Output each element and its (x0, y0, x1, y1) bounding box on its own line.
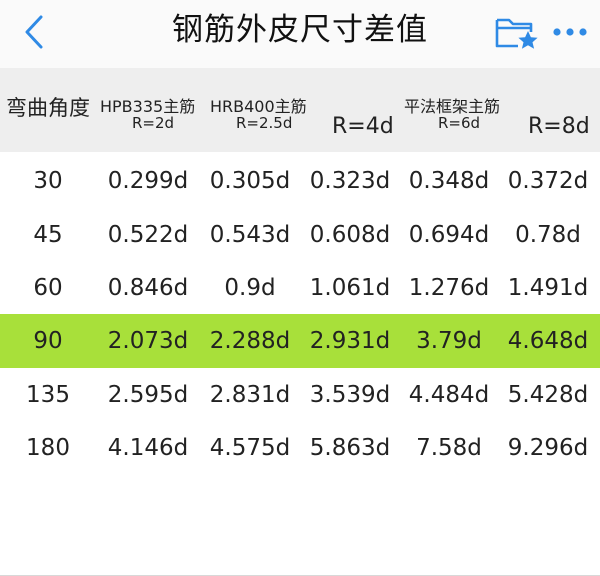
cell-value: 1.276d (408, 275, 490, 301)
header-r8: R=8d (528, 114, 590, 139)
more-dots-icon (553, 28, 587, 36)
cell-value: 0.522d (107, 222, 189, 248)
nav-bar: 钢筋外皮尺寸差值 (0, 0, 600, 68)
cell-value: 2.595d (107, 382, 189, 408)
header-hpb335-r: R=2d (132, 114, 175, 132)
cell-value: 2.073d (107, 328, 189, 354)
cell-value: 4.575d (209, 435, 291, 461)
cell-value: 0.846d (107, 275, 189, 301)
table-row-highlighted: 90 2.073d 2.288d 2.931d 3.79d 4.648d (0, 314, 600, 368)
cell-value: 0.305d (209, 168, 291, 194)
cell-value: 4.484d (408, 382, 490, 408)
cell-angle: 60 (33, 275, 63, 301)
cell-value: 3.79d (416, 328, 482, 354)
cell-value: 5.428d (507, 382, 589, 408)
cell-angle: 180 (26, 435, 70, 461)
table-row: 30 0.299d 0.305d 0.323d 0.348d 0.372d (0, 154, 600, 208)
cell-value: 0.78d (515, 222, 581, 248)
cell-value: 1.491d (507, 275, 589, 301)
cell-value: 7.58d (416, 435, 482, 461)
header-r4: R=4d (332, 114, 394, 139)
back-button[interactable] (14, 12, 54, 52)
page: 钢筋外皮尺寸差值 弯曲角度 HPB335主筋 R=2d HRB400主筋 R=2… (0, 0, 600, 576)
header-hrb400-r: R=2.5d (236, 114, 293, 132)
header-angle: 弯曲角度 (6, 96, 90, 120)
table-header: 弯曲角度 HPB335主筋 R=2d HRB400主筋 R=2.5d R=4d … (0, 68, 600, 152)
cell-value: 0.608d (309, 222, 391, 248)
cell-value: 3.539d (309, 382, 391, 408)
table-row: 60 0.846d 0.9d 1.061d 1.276d 1.491d (0, 261, 600, 315)
folder-star-icon (495, 18, 538, 49)
cell-value: 0.372d (507, 168, 589, 194)
chevron-left-icon (25, 15, 43, 49)
cell-value: 2.931d (309, 328, 391, 354)
cell-value: 2.288d (209, 328, 291, 354)
cell-value: 4.146d (107, 435, 189, 461)
cell-value: 1.061d (309, 275, 391, 301)
cell-value: 9.296d (507, 435, 589, 461)
cell-value: 0.9d (224, 275, 276, 301)
cell-value: 0.299d (107, 168, 189, 194)
cell-value: 4.648d (507, 328, 589, 354)
cell-angle: 135 (26, 382, 70, 408)
table-row: 180 4.146d 4.575d 5.863d 7.58d 9.296d (0, 421, 600, 475)
cell-angle: 90 (33, 328, 63, 354)
header-frame-r: R=6d (438, 114, 481, 132)
cell-value: 2.831d (209, 382, 291, 408)
cell-value: 5.863d (309, 435, 391, 461)
table-row: 135 2.595d 2.831d 3.539d 4.484d 5.428d (0, 368, 600, 422)
cell-value: 0.694d (408, 222, 490, 248)
cell-value: 0.543d (209, 222, 291, 248)
page-title: 钢筋外皮尺寸差值 (172, 12, 428, 48)
cell-value: 0.323d (309, 168, 391, 194)
favorite-folder-button[interactable] (492, 10, 542, 54)
cell-angle: 45 (33, 222, 63, 248)
more-button[interactable] (548, 14, 592, 50)
cell-value: 0.348d (408, 168, 490, 194)
cell-angle: 30 (33, 168, 63, 194)
table-row: 45 0.522d 0.543d 0.608d 0.694d 0.78d (0, 208, 600, 262)
